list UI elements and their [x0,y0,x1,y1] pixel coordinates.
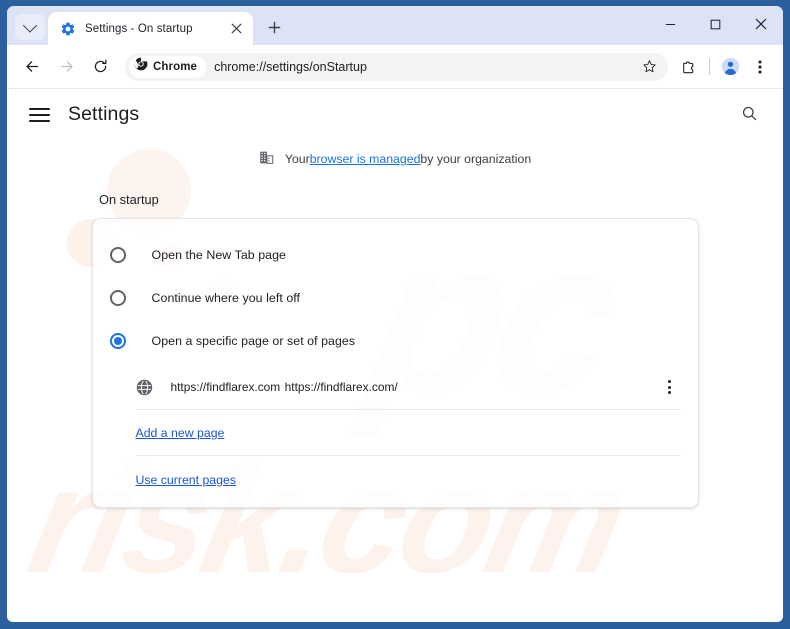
page-title: Settings [68,103,139,126]
startup-page-texts: https://findflarex.com https://findflare… [171,378,659,396]
gear-icon [60,21,76,37]
menu-icon[interactable] [29,104,51,126]
toolbar-divider [709,58,710,75]
back-button[interactable] [17,52,47,82]
forward-button[interactable] [51,52,81,82]
settings-page: pc risk.com Settings [7,89,783,621]
radio-option-specific-pages[interactable]: Open a specific page or set of pages [93,319,698,362]
radio-label: Open the New Tab page [152,248,286,262]
radio-icon-selected [110,333,126,349]
radio-icon [110,247,126,263]
add-new-page-row: Add a new page [136,410,681,456]
on-startup-card: Open the New Tab page Continue where you… [92,218,699,508]
extensions-icon[interactable] [674,52,704,82]
tab-search-button[interactable] [15,14,45,40]
chrome-menu-icon[interactable] [745,52,775,82]
settings-header: Settings [7,89,783,137]
add-new-page-link[interactable]: Add a new page [136,426,225,440]
radio-label: Open a specific page or set of pages [152,334,356,348]
use-current-pages-row: Use current pages [136,456,681,495]
window-controls [648,6,783,42]
section-label-on-startup: On startup [99,192,783,207]
tab-strip: Settings - On startup [7,6,783,45]
chrome-chip-label: Chrome [153,61,197,73]
browser-toolbar: Chrome chrome://settings/onStartup [7,45,783,89]
chevron-down-icon [23,19,37,33]
startup-page-title: https://findflarex.com [171,380,281,394]
more-actions-icon[interactable] [659,376,681,398]
close-button[interactable] [738,6,783,42]
close-icon[interactable] [227,20,245,38]
address-bar[interactable]: Chrome chrome://settings/onStartup [125,53,668,81]
managed-link[interactable]: browser is managed [310,152,421,166]
radio-label: Continue where you left off [152,291,301,305]
globe-icon [136,379,153,396]
browser-window-inner: Settings - On startup [7,6,783,622]
search-icon[interactable] [733,97,765,129]
address-bar-url[interactable]: chrome://settings/onStartup [214,60,634,74]
managed-suffix: by your organization [420,152,531,166]
chrome-chip: Chrome [129,56,206,78]
minimize-button[interactable] [648,6,693,42]
reload-button[interactable] [85,52,115,82]
use-current-pages-link[interactable]: Use current pages [136,473,236,487]
startup-page-url: https://findflarex.com/ [285,380,398,394]
managed-notice: Your browser is managed by your organiza… [7,150,783,168]
startup-page-row: https://findflarex.com https://findflare… [136,367,681,410]
radio-option-continue-where-left-off[interactable]: Continue where you left off [93,276,698,319]
maximize-button[interactable] [693,6,738,42]
profile-avatar[interactable] [715,52,745,82]
browser-window: Settings - On startup [0,0,790,629]
organization-building-icon [259,150,274,168]
tab-settings[interactable]: Settings - On startup [48,12,253,45]
chrome-logo-icon [134,57,148,76]
radio-icon [110,290,126,306]
managed-prefix: Your [285,152,310,166]
radio-option-new-tab-page[interactable]: Open the New Tab page [93,233,698,276]
tab-title: Settings - On startup [85,23,223,35]
bookmark-star-icon[interactable] [636,54,662,80]
new-tab-button[interactable] [261,14,287,40]
